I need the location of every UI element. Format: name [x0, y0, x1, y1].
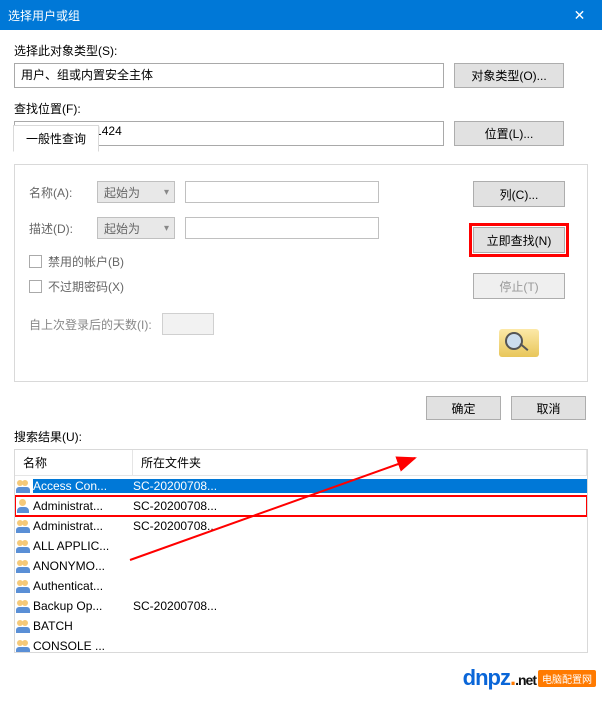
group-icon: [15, 479, 33, 493]
window-title: 选择用户或组: [8, 7, 557, 24]
description-label: 描述(D):: [29, 220, 87, 237]
result-name: ANONYMO...: [33, 559, 133, 573]
stop-button: 停止(T): [473, 273, 565, 299]
result-name: Access Con...: [33, 479, 133, 493]
find-now-button[interactable]: 立即查找(N): [473, 227, 565, 253]
result-name: Administrat...: [33, 499, 133, 513]
result-row[interactable]: ANONYMO...: [15, 556, 587, 576]
result-name: BATCH: [33, 619, 133, 633]
result-row[interactable]: Administrat...SC-20200708...: [15, 516, 587, 536]
result-name: Backup Op...: [33, 599, 133, 613]
magnifier-icon: [499, 329, 539, 357]
watermark-badge: 电脑配置网: [538, 670, 596, 687]
name-match-combo[interactable]: 起始为: [97, 181, 175, 203]
object-types-button[interactable]: 对象类型(O)...: [454, 63, 564, 88]
result-row[interactable]: CONSOLE ...: [15, 636, 587, 652]
results-header: 名称 所在文件夹: [15, 450, 587, 476]
result-name: Administrat...: [33, 519, 133, 533]
group-icon: [15, 639, 33, 652]
results-label: 搜索结果(U):: [14, 428, 588, 445]
result-row[interactable]: Backup Op...SC-20200708...: [15, 596, 587, 616]
result-row[interactable]: Access Con...SC-20200708...: [15, 476, 587, 496]
days-since-logon-label: 自上次登录后的天数(I):: [29, 316, 152, 333]
locations-button[interactable]: 位置(L)...: [454, 121, 564, 146]
description-input[interactable]: [185, 217, 379, 239]
object-type-field: 用户、组或内置安全主体: [14, 63, 444, 88]
disabled-accounts-checkbox[interactable]: [29, 255, 42, 268]
non-expiring-password-checkbox[interactable]: [29, 280, 42, 293]
ok-button[interactable]: 确定: [426, 396, 501, 420]
watermark-logo: dnpz..net: [463, 665, 536, 691]
non-expiring-password-label: 不过期密码(X): [48, 278, 124, 295]
result-folder: SC-20200708...: [133, 519, 587, 533]
group-icon: [15, 599, 33, 613]
result-row[interactable]: Administrat...SC-20200708...: [15, 496, 587, 516]
result-folder: SC-20200708...: [133, 599, 587, 613]
result-name: Authenticat...: [33, 579, 133, 593]
results-list: 名称 所在文件夹 Access Con...SC-20200708...Admi…: [14, 449, 588, 653]
watermark: dnpz..net 电脑配置网: [463, 665, 596, 691]
user-icon: [15, 499, 33, 513]
name-label: 名称(A):: [29, 184, 87, 201]
result-row[interactable]: Authenticat...: [15, 576, 587, 596]
object-type-label: 选择此对象类型(S):: [14, 42, 588, 59]
disabled-accounts-label: 禁用的帐户(B): [48, 253, 124, 270]
result-name: ALL APPLIC...: [33, 539, 133, 553]
location-label: 查找位置(F):: [14, 100, 588, 117]
name-input[interactable]: [185, 181, 379, 203]
result-row[interactable]: BATCH: [15, 616, 587, 636]
query-panel: 名称(A): 起始为 描述(D): 起始为 禁用的帐户(B): [14, 164, 588, 382]
tab-common-queries[interactable]: 一般性查询: [13, 125, 99, 152]
titlebar: 选择用户或组 ✕: [0, 0, 602, 30]
group-icon: [15, 619, 33, 633]
result-folder: SC-20200708...: [133, 499, 587, 513]
days-since-logon-input: [162, 313, 214, 335]
group-icon: [15, 559, 33, 573]
close-button[interactable]: ✕: [557, 0, 602, 30]
cancel-button[interactable]: 取消: [511, 396, 586, 420]
description-match-combo[interactable]: 起始为: [97, 217, 175, 239]
column-name[interactable]: 名称: [15, 450, 133, 475]
column-folder[interactable]: 所在文件夹: [133, 450, 587, 475]
dialog-content: 选择此对象类型(S): 用户、组或内置安全主体 对象类型(O)... 查找位置(…: [0, 30, 602, 661]
result-folder: SC-20200708...: [133, 479, 587, 493]
result-name: CONSOLE ...: [33, 639, 133, 652]
result-row[interactable]: ALL APPLIC...: [15, 536, 587, 556]
columns-button[interactable]: 列(C)...: [473, 181, 565, 207]
group-icon: [15, 519, 33, 533]
group-icon: [15, 579, 33, 593]
group-icon: [15, 539, 33, 553]
